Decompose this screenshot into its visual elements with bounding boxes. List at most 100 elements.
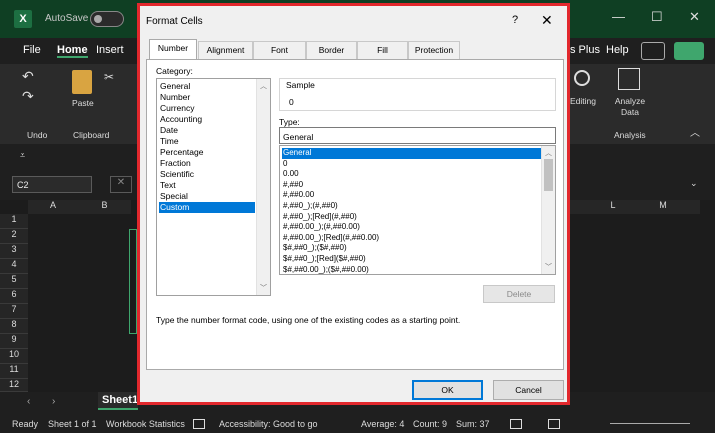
format-item[interactable]: 0.00 (282, 169, 541, 180)
tab-protection[interactable]: Protection (408, 41, 460, 59)
help-icon[interactable]: ? (512, 14, 518, 26)
scroll-down-icon[interactable]: ﹀ (260, 283, 267, 293)
row-header[interactable]: 10 (0, 349, 28, 364)
row-header[interactable]: 8 (0, 319, 28, 334)
category-item-fraction[interactable]: Fraction (159, 158, 255, 169)
maximize-icon[interactable]: ☐ (651, 9, 663, 25)
format-item[interactable]: #,##0.00 (282, 190, 541, 201)
row-header[interactable]: 11 (0, 364, 28, 379)
format-code-list[interactable]: General 0 0.00 #,##0 #,##0.00 #,##0_);(#… (279, 145, 556, 275)
accessibility-status[interactable]: Accessibility: Good to go (219, 419, 318, 429)
delete-button[interactable]: Delete (483, 285, 555, 303)
collapse-ribbon-icon[interactable]: ︿ (690, 124, 700, 139)
format-scrollbar[interactable]: ︿ ﹀ (541, 146, 555, 274)
tab-help[interactable]: Help (606, 44, 629, 56)
row-header[interactable]: 6 (0, 289, 28, 304)
tab-insert[interactable]: Insert (96, 44, 124, 56)
category-item-currency[interactable]: Currency (159, 103, 255, 114)
tab-border[interactable]: Border (306, 41, 357, 59)
category-item-date[interactable]: Date (159, 125, 255, 136)
sheet-next-icon[interactable]: › (52, 396, 55, 407)
format-cells-dialog: Format Cells ? ✕ Number Alignment Font B… (137, 3, 570, 405)
type-input[interactable]: General (279, 127, 556, 144)
category-item-special[interactable]: Special (159, 191, 255, 202)
share-button[interactable] (674, 42, 704, 60)
formula-cancel-icon[interactable]: ✕ (110, 176, 132, 193)
format-item[interactable]: 0 (282, 159, 541, 170)
format-item[interactable]: #,##0.00_);[Red](#,##0.00) (282, 233, 541, 244)
row-header[interactable]: 4 (0, 259, 28, 274)
column-header-a[interactable]: A (28, 200, 78, 214)
paste-label: Paste (72, 98, 94, 108)
category-item-text[interactable]: Text (159, 180, 255, 191)
status-sheet-info: Sheet 1 of 1 (48, 419, 97, 429)
name-box[interactable]: C2 (12, 176, 92, 193)
workbook-statistics[interactable]: Workbook Statistics (106, 419, 185, 429)
format-item[interactable]: #,##0 (282, 180, 541, 191)
tab-alignment[interactable]: Alignment (198, 41, 253, 59)
format-item[interactable]: #,##0_);[Red](#,##0) (282, 212, 541, 223)
column-header-l[interactable]: L (588, 200, 638, 214)
quick-access-icon[interactable]: ⩡ (20, 150, 25, 161)
cancel-button[interactable]: Cancel (493, 380, 564, 400)
category-item-accounting[interactable]: Accounting (159, 114, 255, 125)
category-item-custom[interactable]: Custom (159, 202, 255, 213)
format-item[interactable]: $#,##0_);[Red]($#,##0) (282, 254, 541, 265)
tab-home[interactable]: Home (57, 44, 88, 58)
tab-number[interactable]: Number (149, 39, 197, 60)
expand-formula-icon[interactable]: ⌄ (690, 178, 698, 189)
category-list[interactable]: General Number Currency Accounting Date … (156, 78, 271, 296)
category-item-percentage[interactable]: Percentage (159, 147, 255, 158)
format-item[interactable]: General (282, 148, 541, 159)
find-icon[interactable] (574, 70, 590, 86)
tab-fill[interactable]: Fill (357, 41, 408, 59)
category-item-number[interactable]: Number (159, 92, 255, 103)
comments-button[interactable] (641, 42, 665, 60)
category-item-general[interactable]: General (159, 81, 255, 92)
format-item[interactable]: #,##0_);(#,##0) (282, 201, 541, 212)
page-layout-icon[interactable] (548, 419, 560, 429)
tab-font[interactable]: Font (253, 41, 306, 59)
scroll-thumb[interactable] (544, 159, 553, 191)
undo-icon[interactable]: ↶ (22, 68, 34, 85)
format-item[interactable]: $#,##0.00_);($#,##0.00) (282, 265, 541, 276)
paste-icon[interactable] (72, 70, 92, 94)
zoom-slider[interactable] (610, 423, 690, 424)
row-header[interactable]: 7 (0, 304, 28, 319)
tab-file[interactable]: File (23, 44, 41, 56)
sheet-tab-sheet1[interactable]: Sheet1 (98, 392, 138, 410)
autosave-toggle[interactable] (90, 11, 124, 27)
format-item[interactable]: $#,##0_);($#,##0) (282, 243, 541, 254)
category-item-scientific[interactable]: Scientific (159, 169, 255, 180)
tab-plus-partial[interactable]: s Plus (570, 44, 600, 56)
ok-button[interactable]: OK (412, 380, 483, 400)
status-ready: Ready (12, 419, 39, 429)
macro-record-icon[interactable] (193, 419, 205, 429)
window-close-icon[interactable]: ✕ (689, 9, 700, 25)
undo-group-label: Undo (27, 130, 48, 140)
redo-icon[interactable]: ↷ (22, 88, 34, 105)
scroll-up-icon[interactable]: ︿ (260, 81, 267, 91)
row-header[interactable]: 1 (0, 214, 28, 229)
cut-icon[interactable]: ✂ (104, 70, 114, 84)
row-header[interactable]: 12 (0, 379, 28, 392)
row-header[interactable]: 3 (0, 244, 28, 259)
format-item[interactable]: #,##0.00_);(#,##0.00) (282, 222, 541, 233)
category-scrollbar[interactable]: ︿ ﹀ (256, 79, 270, 295)
row-header[interactable]: 2 (0, 229, 28, 244)
sheet-prev-icon[interactable]: ‹ (27, 396, 30, 407)
normal-view-icon[interactable] (510, 419, 522, 429)
analyze-data-label[interactable]: Analyze Data (613, 96, 647, 118)
analysis-group-label: Analysis (614, 130, 646, 140)
analyze-data-icon[interactable] (618, 68, 640, 90)
column-header-m[interactable]: M (638, 200, 688, 214)
scroll-up-icon[interactable]: ︿ (545, 148, 552, 158)
close-icon[interactable]: ✕ (541, 12, 553, 29)
minimize-icon[interactable]: — (612, 9, 625, 24)
row-header[interactable]: 5 (0, 274, 28, 289)
column-header-b[interactable]: B (78, 200, 131, 214)
scroll-down-icon[interactable]: ﹀ (545, 262, 552, 272)
editing-label[interactable]: Editing (570, 96, 596, 106)
row-header[interactable]: 9 (0, 334, 28, 349)
category-item-time[interactable]: Time (159, 136, 255, 147)
